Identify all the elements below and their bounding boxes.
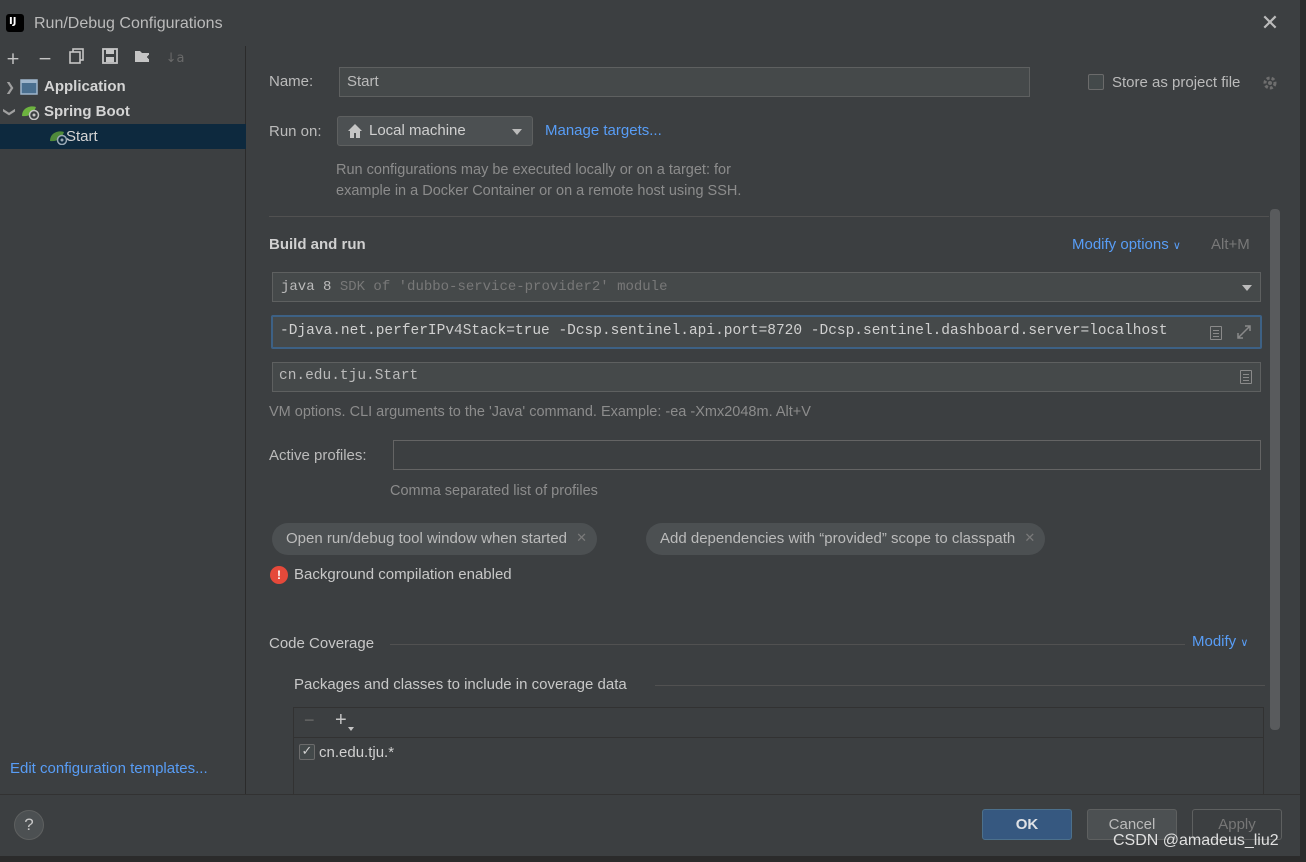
divider [269, 216, 1269, 217]
watermark: CSDN @amadeus_liu2 [1113, 832, 1279, 849]
tree-toolbar: + − ↓a [0, 46, 246, 72]
run-on-hint-line1: Run configurations may be executed local… [336, 162, 731, 178]
name-label: Name: [269, 73, 314, 90]
coverage-toolbar: − + [294, 708, 1263, 738]
sort-icon[interactable]: ↓a [164, 48, 186, 70]
intellij-logo-icon: IJ [4, 12, 26, 34]
background-compilation-text: Background compilation enabled [294, 566, 512, 583]
dialog-footer: ? OK Cancel Apply [0, 794, 1300, 856]
tree-item-spring-boot[interactable]: ❯ Spring Boot [0, 99, 246, 124]
expand-field-icon[interactable] [1210, 326, 1222, 340]
chip-label: Add dependencies with “provided” scope t… [660, 530, 1016, 547]
divider [390, 644, 1185, 645]
remove-chip-icon[interactable]: ✕ [576, 523, 587, 555]
tree-item-application[interactable]: ❯ Application [0, 74, 246, 99]
build-and-run-title: Build and run [269, 236, 366, 253]
help-button[interactable]: ? [14, 810, 44, 840]
vm-options-input[interactable]: -Djava.net.perferIPv4Stack=true -Dcsp.se… [271, 315, 1262, 349]
chevron-down-icon[interactable]: ❯ [3, 102, 17, 122]
vertical-scrollbar[interactable] [1270, 209, 1280, 730]
save-icon[interactable] [99, 48, 121, 70]
chevron-down-icon: ∨ [1172, 239, 1181, 252]
copy-icon[interactable] [66, 48, 88, 70]
jdk-dim-text: SDK of 'dubbo-service-provider2' module [339, 279, 668, 295]
title-bar: IJ Run/Debug Configurations ✕ [0, 0, 1300, 46]
config-tree-panel: + − ↓a ❯ Application ❯ Spring Boot Start… [0, 46, 246, 794]
config-form: Name: Start Store as project file Run on… [247, 46, 1300, 794]
store-as-project-file-checkbox[interactable] [1088, 74, 1104, 90]
active-profiles-label: Active profiles: [269, 447, 367, 464]
tree-item-label: Start [66, 128, 98, 145]
copy-icon-svg [69, 48, 84, 64]
chevron-down-icon: ∨ [1240, 636, 1249, 649]
code-coverage-modify-link[interactable]: Modify ∨ [1192, 633, 1248, 650]
move-to-folder-icon[interactable] [132, 48, 154, 70]
run-on-value: Local machine [369, 122, 466, 139]
add-icon[interactable]: + [2, 48, 24, 70]
tree-item-label: Spring Boot [44, 103, 130, 120]
active-profiles-hint: Comma separated list of profiles [390, 483, 598, 499]
coverage-list: − + ✓ cn.edu.tju.* [293, 707, 1264, 794]
jdk-main-text: java 8 [281, 279, 332, 295]
main-class-value: cn.edu.tju.Start [279, 368, 419, 384]
application-icon [20, 78, 40, 95]
window-title: Run/Debug Configurations [34, 15, 223, 32]
ok-button[interactable]: OK [982, 809, 1072, 840]
add-dropdown-arrow-icon[interactable] [348, 727, 354, 731]
fullscreen-icon[interactable] [1236, 324, 1252, 344]
modify-options-label: Modify options [1072, 236, 1169, 253]
code-coverage-title: Code Coverage [269, 635, 375, 652]
vm-options-hint: VM options. CLI arguments to the 'Java' … [269, 404, 811, 420]
close-icon[interactable]: ✕ [1260, 13, 1280, 35]
modify-options-shortcut: Alt+M [1211, 236, 1250, 253]
active-profiles-input[interactable] [393, 440, 1261, 470]
dropdown-arrow-icon [1242, 285, 1252, 291]
option-chip-open-tool-window[interactable]: Open run/debug tool window when started … [272, 523, 598, 555]
run-on-dropdown[interactable]: Local machine [337, 116, 533, 146]
tree-item-start[interactable]: Start [0, 124, 246, 149]
coverage-packages-title: Packages and classes to include in cover… [294, 676, 627, 693]
remove-icon[interactable]: − [304, 710, 315, 731]
code-coverage-modify-label: Modify [1192, 633, 1237, 650]
config-tree: ❯ Application ❯ Spring Boot Start [0, 74, 246, 149]
run-debug-dialog: IJ Run/Debug Configurations ✕ + − ↓a ❯ A… [0, 0, 1300, 856]
option-chip-provided-scope[interactable]: Add dependencies with “provided” scope t… [646, 523, 1046, 555]
gear-icon[interactable] [1261, 74, 1279, 96]
spring-boot-icon [20, 104, 40, 120]
dropdown-arrow-icon [512, 129, 522, 135]
chevron-right-icon[interactable]: ❯ [0, 80, 20, 94]
save-icon-svg [102, 48, 118, 64]
divider [655, 685, 1265, 686]
vm-options-value: -Djava.net.perferIPv4Stack=true -Dcsp.se… [280, 323, 1168, 339]
main-class-input[interactable]: cn.edu.tju.Start [272, 362, 1261, 392]
edit-templates-link[interactable]: Edit configuration templates... [10, 760, 208, 777]
jdk-select[interactable]: java 8 SDK of 'dubbo-service-provider2' … [272, 272, 1261, 302]
spring-boot-run-icon [48, 129, 68, 145]
store-as-project-file-label: Store as project file [1112, 74, 1241, 91]
coverage-entry-pattern: cn.edu.tju.* [319, 744, 395, 761]
add-icon[interactable]: + [335, 709, 347, 732]
coverage-entry-checkbox[interactable]: ✓ [299, 744, 315, 760]
run-on-hint: Run configurations may be executed local… [336, 160, 741, 202]
name-input[interactable]: Start [339, 67, 1030, 97]
run-on-hint-line2: example in a Docker Container or on a re… [336, 183, 742, 199]
modify-options-link[interactable]: Modify options ∨ [1072, 236, 1181, 253]
folder-icon-svg [135, 51, 151, 62]
error-icon: ! [270, 566, 288, 584]
remove-chip-icon[interactable]: ✕ [1024, 523, 1035, 555]
run-on-label: Run on: [269, 123, 322, 140]
chip-label: Open run/debug tool window when started [286, 530, 568, 547]
manage-targets-link[interactable]: Manage targets... [545, 122, 662, 139]
tree-item-label: Application [44, 78, 126, 95]
browse-class-icon[interactable] [1240, 370, 1252, 384]
home-icon [347, 123, 363, 143]
remove-icon[interactable]: − [34, 48, 56, 70]
